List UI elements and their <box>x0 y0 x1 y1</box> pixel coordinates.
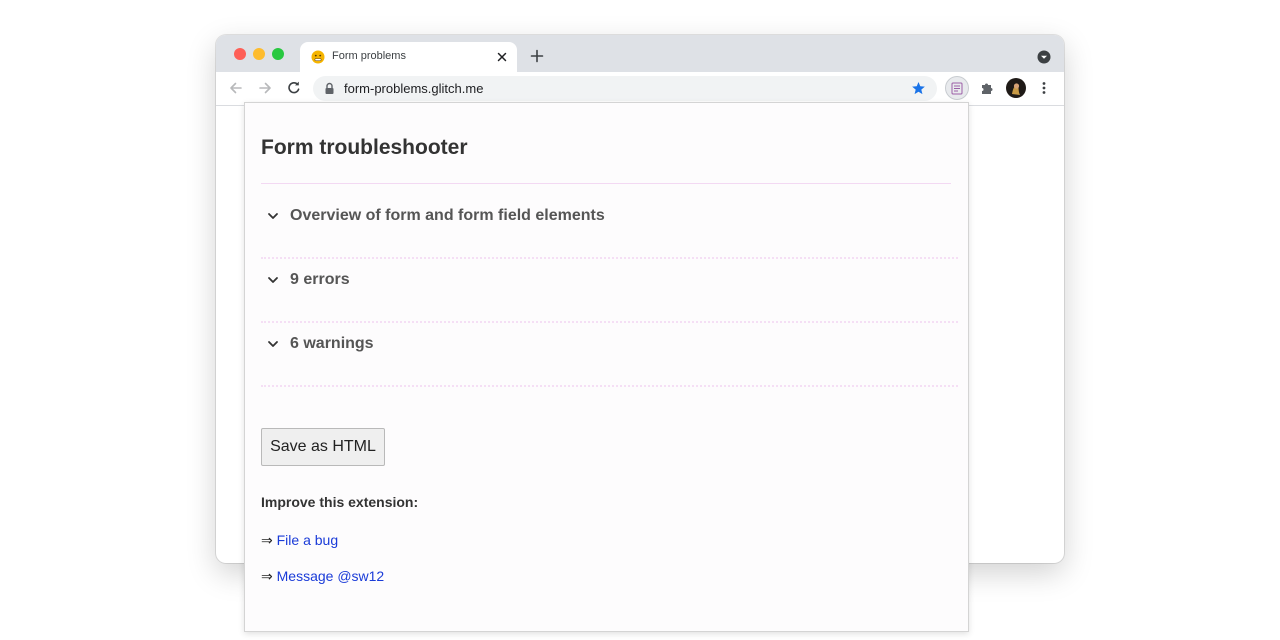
chevron-down-icon <box>268 213 278 219</box>
arrow-prefix: ⇒ <box>261 568 273 584</box>
extensions-puzzle-icon[interactable] <box>979 80 995 96</box>
address-bar[interactable]: form-problems.glitch.me <box>313 76 937 101</box>
improve-heading: Improve this extension: <box>261 494 419 510</box>
section-errors[interactable]: 9 errors <box>261 257 958 323</box>
extension-popup: Form troubleshooter Overview of form and… <box>244 102 969 632</box>
back-arrow-icon[interactable] <box>228 80 244 96</box>
more-vertical-icon[interactable] <box>1036 80 1052 96</box>
title-divider <box>261 183 951 184</box>
save-as-html-button[interactable]: Save as HTML <box>261 428 385 466</box>
section-warnings[interactable]: 6 warnings <box>261 321 958 387</box>
worried-face-emoji-icon <box>311 50 325 64</box>
tab-strip: Form problems <box>216 35 1064 72</box>
popup-title: Form troubleshooter <box>261 136 468 159</box>
arrow-prefix: ⇒ <box>261 532 273 548</box>
chevron-down-icon <box>268 341 278 347</box>
tab-search-icon[interactable] <box>1037 50 1051 64</box>
forward-arrow-icon[interactable] <box>257 80 273 96</box>
plus-icon[interactable] <box>530 49 544 63</box>
form-troubleshooter-extension-button[interactable] <box>945 76 969 100</box>
section-label: 9 errors <box>290 271 350 288</box>
file-bug-row: ⇒ File a bug <box>261 532 338 549</box>
url-text: form-problems.glitch.me <box>344 81 484 96</box>
form-list-icon <box>951 82 963 95</box>
tab-form-problems[interactable]: Form problems <box>300 42 517 72</box>
profile-avatar[interactable] <box>1006 78 1026 98</box>
zoom-window-button[interactable] <box>272 48 284 60</box>
message-link[interactable]: Message @sw12 <box>277 568 385 584</box>
close-icon[interactable] <box>496 51 508 63</box>
bookmark-star-icon[interactable] <box>911 81 926 96</box>
close-window-button[interactable] <box>234 48 246 60</box>
reload-icon[interactable] <box>286 80 302 96</box>
file-bug-link[interactable]: File a bug <box>277 532 338 548</box>
section-label: 6 warnings <box>290 335 374 352</box>
message-row: ⇒ Message @sw12 <box>261 568 384 585</box>
section-label: Overview of form and form field elements <box>290 207 605 224</box>
browser-toolbar: form-problems.glitch.me <box>216 72 1064 106</box>
minimize-window-button[interactable] <box>253 48 265 60</box>
chevron-down-icon <box>268 277 278 283</box>
lock-icon[interactable] <box>324 82 335 95</box>
section-overview[interactable]: Overview of form and form field elements <box>261 193 958 259</box>
tab-title: Form problems <box>332 50 406 62</box>
